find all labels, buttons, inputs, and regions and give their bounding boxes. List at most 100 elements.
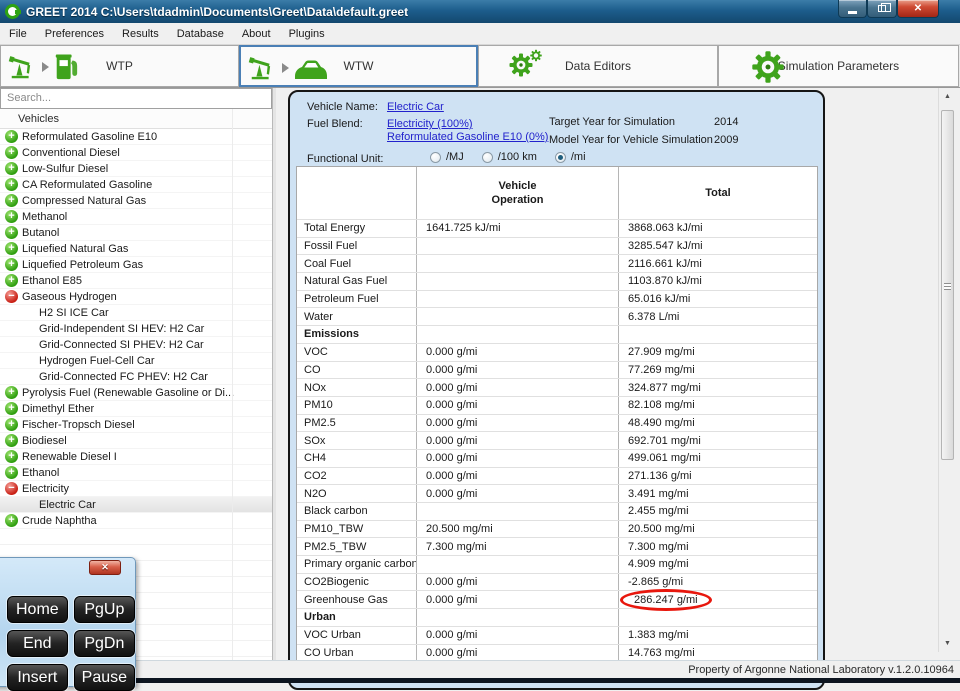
expand-plus-icon[interactable]: + (5, 418, 18, 431)
vehicle-operation-value (417, 273, 619, 290)
row-label: Greenhouse Gas (297, 591, 417, 608)
wtp-button[interactable]: WTP (0, 45, 239, 87)
expand-plus-icon[interactable]: + (5, 258, 18, 271)
highlighted-value: 286.247 g/mi (620, 589, 712, 611)
total-value: 82.108 mg/mi (619, 397, 817, 414)
total-value: 499.061 mg/mi (619, 450, 817, 467)
expand-plus-icon[interactable]: + (5, 178, 18, 191)
table-header-row: Vehicle OperationTotal (297, 167, 817, 219)
expand-plus-icon[interactable]: + (5, 242, 18, 255)
expand-plus-icon[interactable]: + (5, 162, 18, 175)
tree-item-label: Biodiesel (22, 435, 67, 447)
total-value (619, 609, 817, 626)
tree-item-label: Liquefied Natural Gas (22, 243, 128, 255)
functional-unit-label: Functional Unit: (307, 153, 383, 165)
expand-plus-icon[interactable]: + (5, 402, 18, 415)
results-panel: Vehicle Name: Electric Car Fuel Blend: E… (288, 90, 825, 690)
functional-unit-option-100-km[interactable]: /100 km (482, 151, 537, 163)
tree-item-label: Renewable Diesel I (22, 451, 117, 463)
results-table: Vehicle OperationTotalTotal Energy1641.7… (296, 166, 818, 662)
row-label: Water (297, 308, 417, 325)
arrow-icon (42, 62, 49, 72)
tree-item-label: Liquefied Petroleum Gas (22, 259, 143, 271)
wtw-button[interactable]: WTW (239, 45, 478, 87)
menu-about[interactable]: About (233, 25, 280, 43)
table-row-ch4: CH40.000 g/mi499.061 mg/mi (297, 449, 817, 467)
expand-plus-icon[interactable]: + (5, 274, 18, 287)
fuel-blend-link-rfg[interactable]: Reformulated Gasoline E10 (0%) (387, 131, 548, 143)
expand-plus-icon[interactable]: + (5, 226, 18, 239)
fuel-blend-link-electricity[interactable]: Electricity (100%) (387, 118, 473, 130)
table-row-nox: NOx0.000 g/mi324.877 mg/mi (297, 378, 817, 396)
radio-icon[interactable] (555, 152, 566, 163)
total-value: 692.701 mg/mi (619, 432, 817, 449)
scroll-down-button[interactable]: ▼ (939, 635, 956, 652)
key-home[interactable]: Home (7, 596, 68, 623)
table-row-co-urban: CO Urban0.000 g/mi14.763 mg/mi (297, 644, 817, 662)
model-year-value: 2009 (714, 134, 738, 146)
expand-plus-icon[interactable]: + (5, 146, 18, 159)
expand-plus-icon[interactable]: + (5, 466, 18, 479)
scroll-up-button[interactable]: ▲ (939, 88, 956, 105)
functional-unit-radios: /MJ/100 km/mi (430, 151, 586, 163)
row-label: CO (297, 362, 417, 379)
maximize-button[interactable] (867, 0, 897, 18)
total-value: 65.016 kJ/mi (619, 291, 817, 308)
arrow-icon (282, 63, 289, 73)
row-label: CO2Biogenic (297, 574, 417, 591)
menu-file[interactable]: File (0, 25, 36, 43)
expand-plus-icon[interactable]: + (5, 210, 18, 223)
tree-item-label: Grid-Connected SI PHEV: H2 Car (0, 339, 204, 351)
table-row-coal-fuel: Coal Fuel2116.661 kJ/mi (297, 254, 817, 272)
total-value: 20.500 mg/mi (619, 521, 817, 538)
functional-unit-option-mj[interactable]: /MJ (430, 151, 464, 163)
expand-plus-icon[interactable]: + (5, 130, 18, 143)
vertical-scrollbar[interactable]: ▲ ▼ (938, 88, 955, 652)
minimize-button[interactable] (838, 0, 867, 18)
total-value: 3.491 mg/mi (619, 485, 817, 502)
row-label: CO2 (297, 468, 417, 485)
row-label: N2O (297, 485, 417, 502)
vehicle-operation-value: 0.000 g/mi (417, 591, 619, 608)
radio-icon[interactable] (430, 152, 441, 163)
keypad-close-button[interactable]: ✕ (89, 560, 121, 575)
menu-database[interactable]: Database (168, 25, 233, 43)
key-end[interactable]: End (7, 630, 68, 657)
expand-plus-icon[interactable]: + (5, 514, 18, 527)
expand-plus-icon[interactable]: + (5, 450, 18, 463)
column-header-vehicle-operation: Vehicle Operation (417, 167, 619, 219)
tree-item-label: Ethanol (22, 467, 59, 479)
menu-results[interactable]: Results (113, 25, 168, 43)
vehicle-operation-value: 0.000 g/mi (417, 485, 619, 502)
row-label: VOC (297, 344, 417, 361)
key-pgup[interactable]: PgUp (74, 596, 135, 623)
tree-item-label: Gaseous Hydrogen (22, 291, 117, 303)
expand-plus-icon[interactable]: + (5, 194, 18, 207)
vehicle-name-link[interactable]: Electric Car (387, 101, 444, 113)
table-row-natural-gas-fuel: Natural Gas Fuel1103.870 kJ/mi (297, 272, 817, 290)
close-button[interactable]: ✕ (897, 0, 939, 18)
total-value: 27.909 mg/mi (619, 344, 817, 361)
key-pgdn[interactable]: PgDn (74, 630, 135, 657)
scrollbar-thumb[interactable] (941, 110, 954, 460)
row-label: CH4 (297, 450, 417, 467)
menu-preferences[interactable]: Preferences (36, 25, 113, 43)
toolbar: WTP WTW (0, 45, 960, 88)
expand-plus-icon[interactable]: + (5, 386, 18, 399)
expand-plus-icon[interactable]: + (5, 434, 18, 447)
table-row-pm10-tbw: PM10_TBW20.500 mg/mi20.500 mg/mi (297, 520, 817, 538)
simulation-parameters-button[interactable]: Simulation Parameters (718, 45, 959, 87)
radio-icon[interactable] (482, 152, 493, 163)
vehicle-operation-value: 0.000 g/mi (417, 379, 619, 396)
collapse-minus-icon[interactable]: − (5, 482, 18, 495)
key-insert[interactable]: Insert (7, 664, 68, 691)
data-editors-button[interactable]: Data Editors (478, 45, 718, 87)
vehicle-operation-value (417, 326, 619, 343)
collapse-minus-icon[interactable]: − (5, 290, 18, 303)
search-input[interactable]: Search... (0, 88, 272, 109)
menu-plugins[interactable]: Plugins (280, 25, 334, 43)
tree-item-label: Hydrogen Fuel-Cell Car (0, 355, 155, 367)
functional-unit-option-mi[interactable]: /mi (555, 151, 586, 163)
tree-item-label: Dimethyl Ether (22, 403, 94, 415)
key-pause[interactable]: Pause (74, 664, 135, 691)
